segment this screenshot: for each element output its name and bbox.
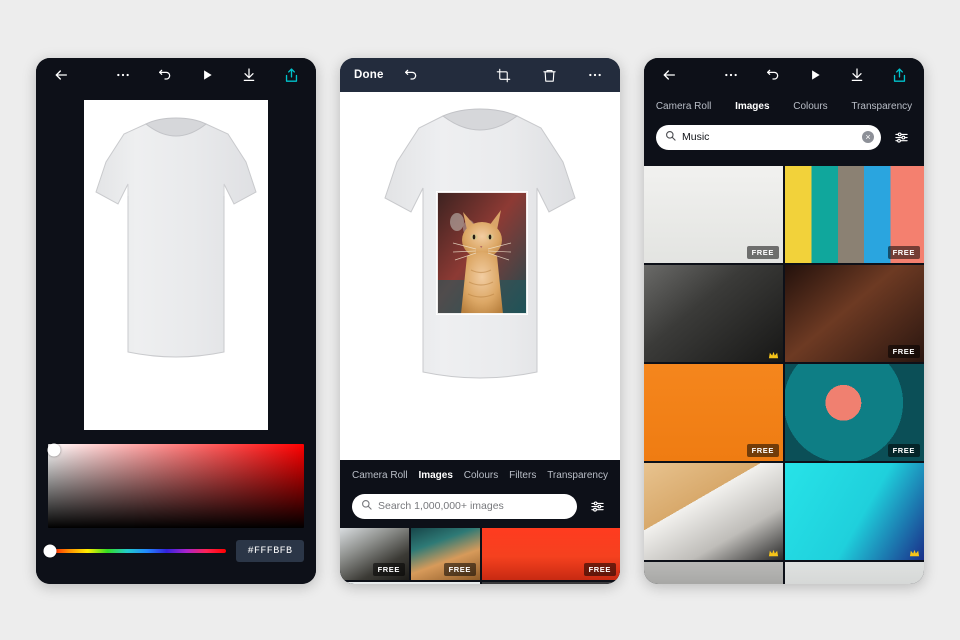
thumbnail-red-abstract-photo[interactable]: FREE (482, 528, 620, 580)
hue-row: #FFFBFB (43, 540, 304, 562)
tab-transparency[interactable]: Transparency (851, 101, 912, 112)
search-value: Music (682, 131, 710, 143)
free-badge: FREE (372, 563, 405, 576)
share-upload-icon[interactable] (888, 64, 910, 86)
grey-tshirt-mockup (84, 100, 268, 430)
search-input[interactable]: Search 1,000,000+ images (352, 493, 577, 519)
free-badge: FREE (443, 563, 476, 576)
library-results-grid[interactable]: FREE FREE FREE FREE FREE FREE (644, 166, 924, 584)
crop-icon[interactable] (492, 64, 514, 86)
thumbnail-colourful-guitar-headstocks-photo[interactable]: FREE (785, 166, 924, 263)
library-search-row: Music × (644, 120, 924, 156)
thumbnail-cyan-cd-flatlay-photo[interactable] (785, 463, 924, 560)
grey-tshirt-with-cat-photo (375, 100, 585, 452)
undo-icon[interactable] (400, 64, 422, 86)
tab-camera-roll[interactable]: Camera Roll (352, 470, 408, 481)
arrow-left-icon[interactable] (658, 64, 680, 86)
undo-icon[interactable] (762, 64, 784, 86)
phone-editor-panel: #FFFBFB (36, 58, 316, 584)
screenshot-stage: #FFFBFB Done Camera Roll Images Colours … (0, 0, 960, 640)
design-tabbar: Camera Roll Images Colours Filters Transpare… (340, 460, 620, 490)
thumbnail-teal-vinyl-record-photo[interactable]: FREE (785, 364, 924, 461)
download-icon[interactable] (238, 64, 260, 86)
design-bottom-sheet: Camera Roll Images Colours Filters Transpare… (340, 460, 620, 584)
search-icon (361, 497, 372, 515)
tab-filters[interactable]: Filters (509, 470, 536, 481)
free-badge: FREE (746, 444, 779, 457)
thumbnail-snow-forest-photo[interactable]: FREE (340, 528, 409, 580)
thumbnail-hand-on-guitar-strings-photo[interactable]: FREE (785, 265, 924, 362)
design-search-row: Search 1,000,000+ images (340, 490, 620, 522)
play-redo-icon[interactable] (196, 64, 218, 86)
color-picker-panel: #FFFBFB (36, 432, 316, 584)
saturation-value-field[interactable] (47, 443, 304, 528)
free-badge: FREE (887, 246, 920, 259)
tab-camera-roll[interactable]: Camera Roll (656, 101, 712, 112)
thumbnail-orange-cat-photo[interactable]: FREE (411, 528, 480, 580)
free-badge: FREE (887, 345, 920, 358)
sliders-icon[interactable] (586, 495, 608, 517)
tab-images[interactable]: Images (418, 470, 452, 481)
tab-colours[interactable]: Colours (464, 470, 498, 481)
tab-transparency[interactable]: Transparency (547, 470, 608, 481)
search-placeholder: Search 1,000,000+ images (378, 500, 504, 512)
library-tabbar: Camera Roll Images Colours Transparency (644, 92, 924, 120)
thumbnail-headphones-on-white-wood-photo[interactable]: FREE (644, 166, 783, 263)
done-button[interactable]: Done (354, 69, 384, 81)
share-upload-icon[interactable] (280, 64, 302, 86)
hue-slider[interactable] (43, 544, 226, 558)
free-badge: FREE (887, 444, 920, 457)
more-horizontal-icon[interactable] (584, 64, 606, 86)
undo-icon[interactable] (154, 64, 176, 86)
thumbnail-microphone-and-headphones-photo[interactable]: FREE (644, 562, 783, 584)
play-redo-icon[interactable] (804, 64, 826, 86)
crown-icon (768, 348, 779, 359)
thumbnail-black-and-white-music-notes-photo[interactable] (644, 265, 783, 362)
phone-library-panel: Camera Roll Images Colours Transparency Mus… (644, 58, 924, 584)
tab-images[interactable]: Images (735, 101, 769, 112)
thumbnail-woman-with-headphones-orange-photo[interactable]: FREE (644, 364, 783, 461)
design-canvas[interactable] (340, 92, 620, 460)
thumbnail-white-object-photo[interactable] (340, 582, 480, 584)
editor-toolbar (36, 58, 316, 92)
tab-colours[interactable]: Colours (793, 101, 827, 112)
free-badge: FREE (583, 563, 616, 576)
thumbnail-dark-object-photo[interactable] (482, 582, 620, 584)
crown-icon (909, 546, 920, 557)
design-toolbar: Done (340, 58, 620, 92)
crown-icon (768, 546, 779, 557)
phone-design-panel: Done Camera Roll Images Colours Filters … (340, 58, 620, 584)
arrow-left-icon[interactable] (50, 64, 72, 86)
hue-knob[interactable] (43, 544, 57, 558)
more-horizontal-icon[interactable] (112, 64, 134, 86)
search-input[interactable]: Music × (656, 124, 881, 150)
saturation-knob[interactable] (47, 443, 61, 457)
editor-canvas[interactable] (84, 100, 268, 430)
trash-icon[interactable] (538, 64, 560, 86)
clear-circle-icon[interactable]: × (862, 131, 874, 143)
more-horizontal-icon[interactable] (720, 64, 742, 86)
free-badge: FREE (746, 246, 779, 259)
download-icon[interactable] (846, 64, 868, 86)
sliders-icon[interactable] (890, 126, 912, 148)
thumbnail-guitar-and-piano-keys-photo[interactable] (644, 463, 783, 560)
thumbnail-light-grey-object-photo[interactable] (785, 562, 924, 584)
hex-value-chip[interactable]: #FFFBFB (236, 540, 304, 562)
library-toolbar (644, 58, 924, 92)
design-results-grid[interactable]: FREE FREE FREE (340, 528, 620, 584)
search-icon (665, 128, 676, 146)
